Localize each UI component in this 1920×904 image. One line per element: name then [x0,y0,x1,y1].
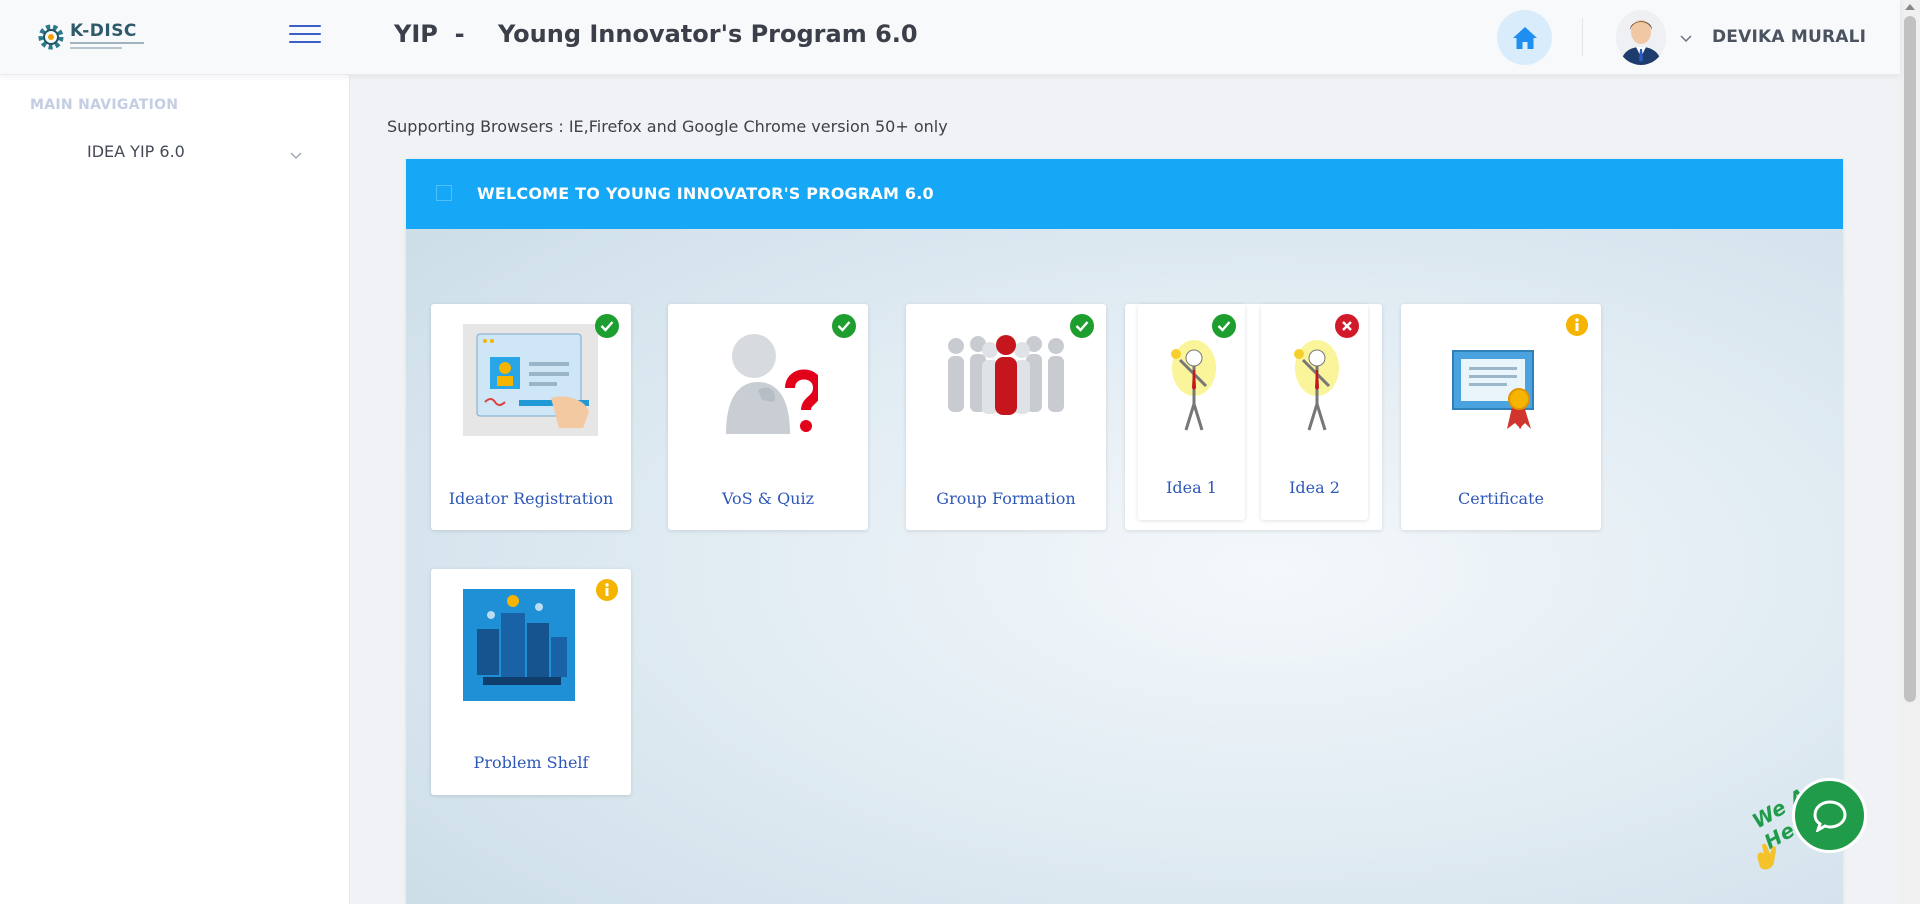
card-vos-quiz[interactable]: VoS & Quiz [668,304,868,530]
scroll-up-arrow-icon[interactable] [1905,4,1915,10]
panel-header: WELCOME TO YOUNG INNOVATOR'S PROGRAM 6.0 [406,159,1843,229]
completed-check-icon [595,314,619,338]
panel-checkbox[interactable] [436,185,452,201]
completed-check-icon [1070,314,1094,338]
info-icon [1566,314,1588,336]
card-certificate[interactable]: Certificate [1401,304,1601,530]
chevron-down-icon[interactable] [1680,28,1692,47]
completed-check-icon [832,314,856,338]
menu-toggle-icon[interactable] [289,25,321,47]
card-group-formation[interactable]: Group Formation [906,304,1106,530]
kdisc-logo[interactable]: K-DISC [34,18,146,56]
card-label: VoS & Quiz [721,489,815,508]
panel-title: WELCOME TO YOUNG INNOVATOR'S PROGRAM 6.0 [477,184,934,203]
logo-tagline-2 [70,47,122,49]
chat-bubble-icon [1812,799,1847,832]
avatar[interactable] [1616,10,1666,65]
person-lightbulb-icon [1171,340,1216,431]
chevron-down-icon [290,145,302,164]
registration-form-icon [463,324,598,436]
card-idea-2[interactable]: Idea 2 [1261,304,1368,520]
card-label: Idea 1 [1166,478,1217,497]
card-label: Certificate [1458,489,1544,508]
sidebar-heading: MAIN NAVIGATION [30,97,179,113]
page-scrollbar[interactable] [1900,0,1920,904]
card-label: Ideator Registration [448,489,614,508]
top-header: K-DISC YIP - Young Innovator's Program 6… [0,0,1900,75]
card-idea-1[interactable]: Idea 1 [1138,304,1245,520]
ideas-group: Idea 1 Idea 2 [1125,304,1382,530]
page-title: YIP - Young Innovator's Program 6.0 [394,20,918,48]
info-icon [596,579,618,601]
not-completed-x-icon [1335,314,1359,338]
problem-shelf-icon [463,589,575,701]
person-lightbulb-icon [1294,340,1339,431]
completed-check-icon [1212,314,1236,338]
home-button[interactable] [1497,10,1552,65]
logo-text: K-DISC [70,21,137,41]
welcome-panel: WELCOME TO YOUNG INNOVATOR'S PROGRAM 6.0… [406,159,1843,904]
chat-button[interactable] [1792,778,1867,853]
supported-browsers-note: Supporting Browsers : IE,Firefox and Goo… [387,117,948,136]
waving-hand-icon [1757,843,1777,870]
header-divider [1582,18,1583,56]
sidebar: MAIN NAVIGATION IDEA YIP 6.0 [0,75,350,904]
thinking-person-question-icon [726,334,818,434]
card-label: Group Formation [936,489,1076,508]
card-label: Idea 2 [1289,478,1340,497]
user-avatar-icon [1616,10,1666,65]
card-ideator-registration[interactable]: Ideator Registration [431,304,631,530]
sidebar-item-label: IDEA YIP 6.0 [87,142,185,161]
gear-icon [38,24,64,50]
home-icon [1512,26,1537,49]
sidebar-item-idea-yip[interactable]: IDEA YIP 6.0 [60,133,310,169]
chat-widget: We Are Here! [1748,760,1900,880]
group-people-icon [948,335,1064,415]
card-label: Problem Shelf [473,753,589,772]
certificate-icon [1452,350,1534,429]
user-name[interactable]: DEVIKA MURALI [1712,27,1866,47]
logo-tagline [70,42,144,44]
scrollbar-thumb[interactable] [1904,16,1916,702]
card-problem-shelf[interactable]: Problem Shelf [431,569,631,795]
